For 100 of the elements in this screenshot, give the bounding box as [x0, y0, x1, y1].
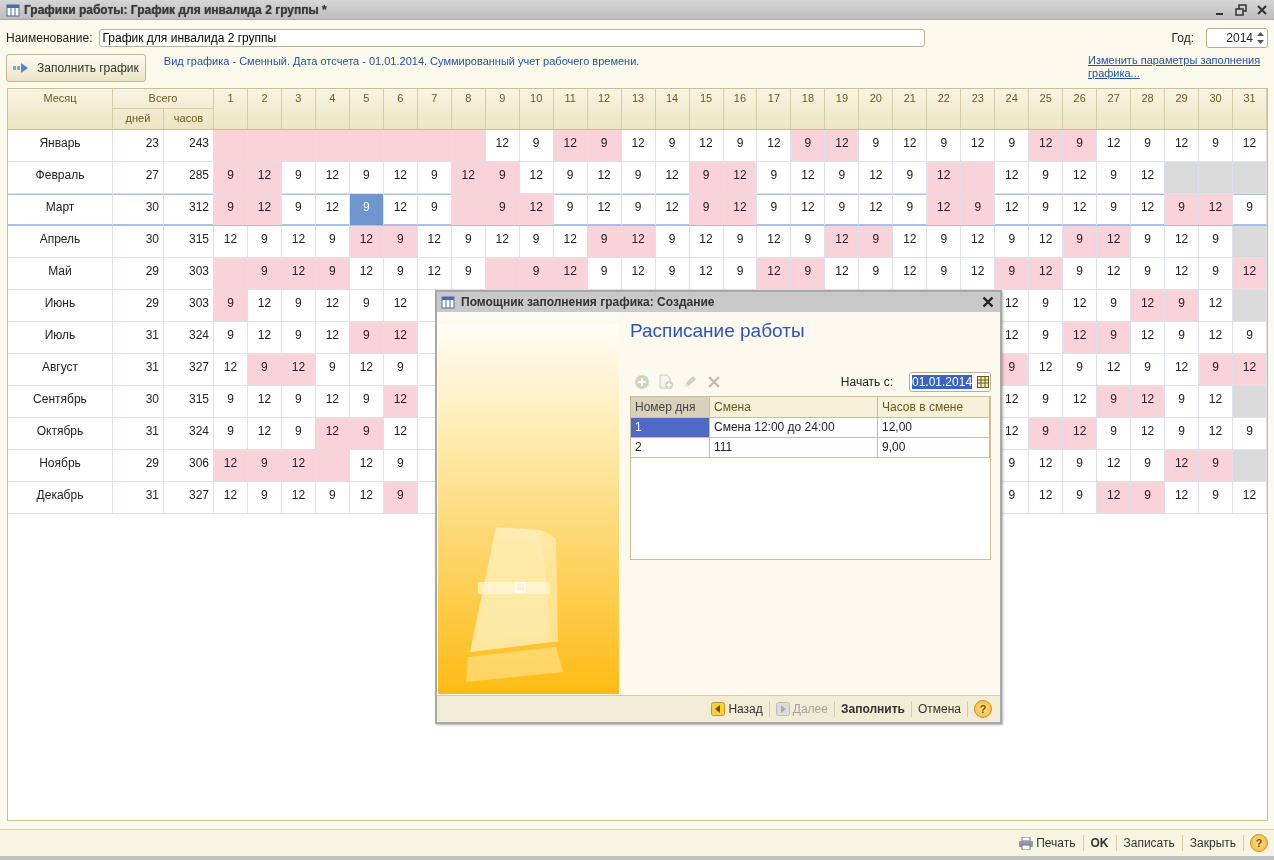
day-cell[interactable]: 9 [587, 130, 622, 161]
day-cell[interactable]: 12 [349, 482, 384, 513]
day-cell[interactable]: 9 [1097, 418, 1132, 449]
day-cell[interactable]: 12 [893, 226, 928, 257]
day-cell[interactable] [451, 194, 486, 225]
day-cell[interactable]: 12 [587, 194, 622, 225]
day-cell[interactable]: 9 [1165, 290, 1200, 321]
day-cell[interactable]: 12 [655, 194, 690, 225]
day-cell[interactable]: 9 [995, 226, 1030, 257]
day-cell[interactable]: 12 [859, 162, 894, 193]
day-cell[interactable]: 9 [519, 258, 554, 289]
day-cell[interactable]: 12 [1199, 194, 1234, 225]
day-cell[interactable]: 12 [383, 386, 418, 417]
day-cell[interactable]: 9 [281, 162, 316, 193]
cancel-button[interactable]: Отмена [913, 702, 965, 716]
day-cell[interactable]: 12 [1233, 130, 1267, 161]
day-cell[interactable]: 9 [1233, 194, 1267, 225]
day-cell[interactable]: 12 [349, 258, 384, 289]
day-cell[interactable]: 9 [723, 130, 758, 161]
day-cell[interactable]: 12 [1029, 482, 1064, 513]
day-cell[interactable] [451, 130, 486, 161]
day-cell[interactable]: 9 [1063, 450, 1098, 481]
day-cell[interactable]: 9 [349, 322, 384, 353]
day-cell[interactable]: 9 [859, 258, 894, 289]
day-cell[interactable]: 9 [587, 258, 622, 289]
day-cell[interactable]: 9 [247, 226, 282, 257]
day-cell[interactable]: 9 [757, 162, 792, 193]
day-cell[interactable]: 9 [723, 226, 758, 257]
day-cell[interactable]: 9 [281, 290, 316, 321]
day-cell[interactable]: 12 [247, 162, 282, 193]
day-cell[interactable]: 9 [485, 194, 520, 225]
day-cell[interactable]: 12 [1131, 386, 1166, 417]
ok-button[interactable]: OK [1085, 836, 1114, 850]
day-cell[interactable]: 12 [281, 258, 316, 289]
day-cell[interactable] [315, 450, 350, 481]
day-cell[interactable]: 12 [723, 162, 758, 193]
day-cell[interactable]: 9 [214, 194, 248, 225]
day-cell[interactable]: 9 [1165, 386, 1200, 417]
day-cell[interactable]: 12 [757, 226, 792, 257]
day-cell[interactable]: 9 [621, 194, 656, 225]
day-cell[interactable]: 9 [214, 322, 248, 353]
day-cell[interactable]: 9 [247, 258, 282, 289]
day-cell[interactable]: 9 [859, 226, 894, 257]
help-button[interactable]: ? [1250, 834, 1268, 852]
day-cell[interactable]: 9 [1131, 226, 1166, 257]
day-cell[interactable]: 9 [1233, 322, 1267, 353]
table-row[interactable]: Март 30 312 9 12 9 12 9 12 9 9 12 9 12 9 12 9 12 9 12 9 12 9 12 9 12 9 12 9 12 9 12 9 [8, 194, 1267, 226]
day-cell[interactable]: 12 [1097, 130, 1132, 161]
day-cell[interactable]: 9 [927, 226, 962, 257]
day-cell[interactable]: 12 [553, 130, 588, 161]
day-cell[interactable]: 9 [825, 194, 860, 225]
day-cell[interactable]: 12 [961, 130, 996, 161]
day-cell[interactable]: 9 [383, 226, 418, 257]
day-cell[interactable]: 9 [383, 482, 418, 513]
print-button[interactable]: Печать [1014, 836, 1081, 850]
day-cell[interactable]: 12 [621, 130, 656, 161]
day-cell[interactable]: 9 [859, 130, 894, 161]
day-cell[interactable]: 12 [893, 258, 928, 289]
day-cell[interactable]: 12 [1165, 130, 1200, 161]
calendar-icon[interactable] [977, 376, 990, 388]
day-cell[interactable]: 12 [281, 450, 316, 481]
day-cell[interactable] [281, 130, 316, 161]
restore-icon[interactable] [1235, 3, 1247, 16]
day-cell[interactable]: 9 [214, 162, 248, 193]
day-cell[interactable]: 12 [825, 130, 860, 161]
day-cell[interactable]: 12 [214, 450, 248, 481]
table-row[interactable]: Апрель 30 315 12 9 12 9 12 9 12 9 12 9 12 9 12 9 12 9 12 9 12 9 12 9 12 9 12 9 12 9 12 9 [8, 226, 1267, 258]
help-button[interactable]: ? [974, 700, 992, 718]
day-cell[interactable]: 9 [1199, 482, 1234, 513]
day-cell[interactable]: 9 [1165, 322, 1200, 353]
day-cell[interactable]: 12 [1165, 226, 1200, 257]
day-cell[interactable]: 9 [1063, 354, 1098, 385]
day-cell[interactable]: 9 [349, 162, 384, 193]
day-cell[interactable]: 9 [1097, 194, 1132, 225]
day-cell[interactable]: 9 [689, 194, 724, 225]
fill-schedule-button[interactable]: Заполнить график [6, 54, 146, 82]
day-cell[interactable]: 12 [485, 130, 520, 161]
day-cell[interactable]: 12 [553, 258, 588, 289]
name-field[interactable]: График для инвалида 2 группы [98, 29, 925, 47]
day-cell[interactable]: 12 [1063, 194, 1098, 225]
day-cell[interactable] [961, 162, 996, 193]
day-cell[interactable]: 9 [1029, 194, 1064, 225]
day-cell[interactable]: 9 [927, 258, 962, 289]
day-cell[interactable]: 12 [417, 226, 452, 257]
day-cell[interactable]: 9 [553, 194, 588, 225]
table-row[interactable]: Февраль 27 285 9 12 9 12 9 12 9 12 9 12 9 12 9 12 9 12 9 12 9 12 9 12 12 9 12 9 12 [8, 162, 1267, 194]
day-cell[interactable]: 12 [927, 162, 962, 193]
day-cell[interactable]: 9 [1029, 290, 1064, 321]
day-cell[interactable]: 9 [1029, 418, 1064, 449]
day-cell[interactable]: 12 [689, 130, 724, 161]
day-cell[interactable]: 12 [621, 226, 656, 257]
day-cell[interactable]: 9 [315, 354, 350, 385]
day-cell[interactable]: 12 [1097, 482, 1132, 513]
day-cell[interactable]: 12 [1165, 482, 1200, 513]
day-cell[interactable]: 12 [315, 386, 350, 417]
day-cell[interactable]: 9 [1063, 226, 1098, 257]
day-cell[interactable]: 12 [689, 258, 724, 289]
day-cell[interactable]: 9 [315, 226, 350, 257]
day-cell[interactable]: 12 [825, 226, 860, 257]
fill-button[interactable]: Заполнить [836, 702, 909, 716]
